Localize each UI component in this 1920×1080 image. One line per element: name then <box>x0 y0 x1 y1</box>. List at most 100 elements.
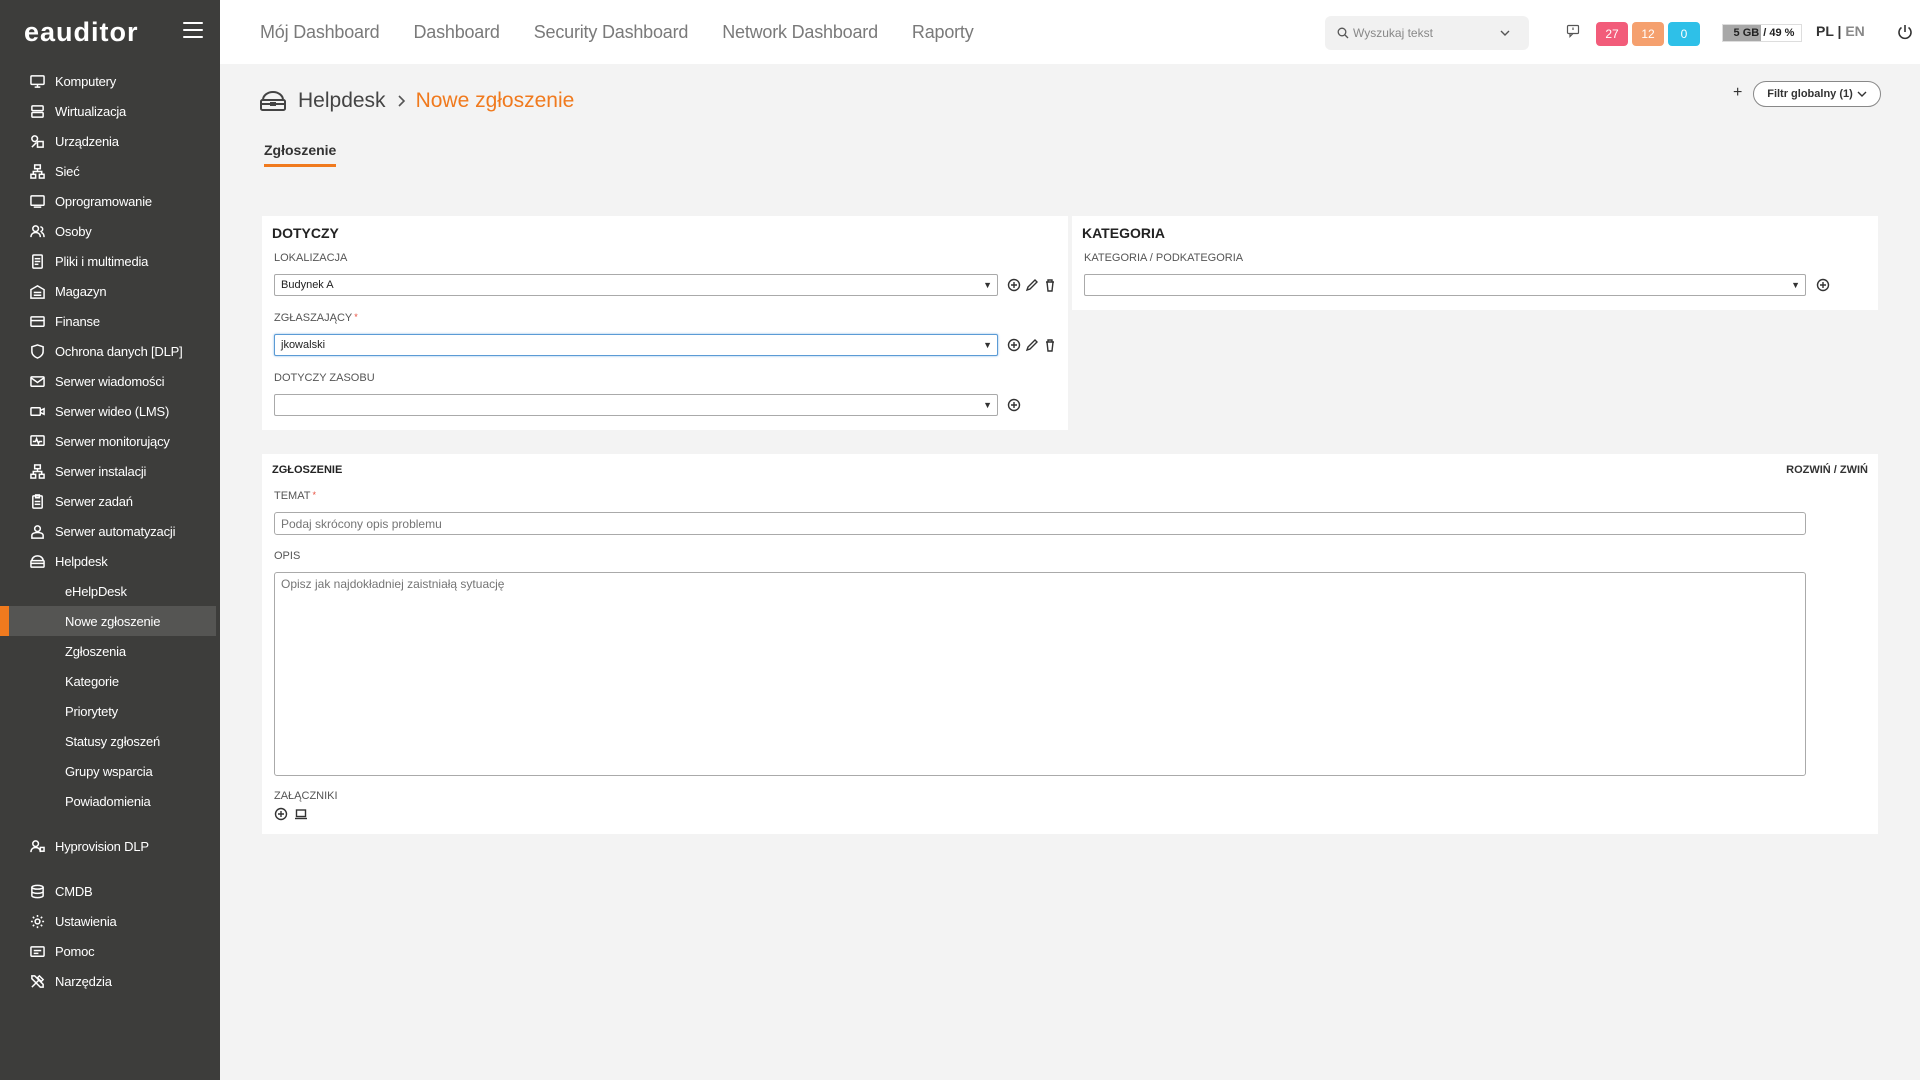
sidebar-item-urzadzenia[interactable]: Urządzenia <box>0 126 220 156</box>
sidebar-item-cmdb[interactable]: CMDB <box>0 876 220 906</box>
sidebar-subitem-statusy[interactable]: Statusy zgłoszeń <box>0 726 220 756</box>
storage-percent: / 49 % <box>1763 27 1795 39</box>
monitoring-icon <box>29 433 45 449</box>
software-icon <box>29 193 45 209</box>
zasob-label: DOTYCZY ZASOBU <box>274 372 375 384</box>
laptop-icon[interactable] <box>294 807 308 821</box>
zalaczniki-label: ZAŁĄCZNIKI <box>274 790 338 802</box>
sidebar-item-label: Pomoc <box>55 943 95 959</box>
sidebar-item-ochrona-danych[interactable]: Ochrona danych [DLP] <box>0 336 220 366</box>
global-filter-label: Filtr globalny (1) <box>1767 88 1853 100</box>
tools-icon <box>29 973 45 989</box>
helpdesk-icon <box>29 553 45 569</box>
global-filter-button[interactable]: Filtr globalny (1) <box>1753 81 1881 107</box>
add-icon[interactable] <box>1007 278 1021 292</box>
zasob-select[interactable]: ▼ <box>274 394 998 416</box>
power-icon[interactable] <box>1896 23 1914 41</box>
add-icon[interactable] <box>1007 338 1021 352</box>
sidebar-item-siec[interactable]: Sieć <box>0 156 220 186</box>
sidebar-subitem-ehelpdesk[interactable]: eHelpDesk <box>0 576 220 606</box>
edit-icon[interactable] <box>1025 338 1039 352</box>
opis-textarea[interactable] <box>274 572 1806 776</box>
hyprovision-icon <box>29 838 45 854</box>
lokalizacja-select[interactable]: Budynek A ▼ <box>274 274 998 296</box>
sidebar-item-label: Komputery <box>55 73 117 89</box>
kategoria-card: KATEGORIA KATEGORIA / PODKATEGORIA ▼ <box>1072 216 1878 310</box>
sidebar-subitem-nowe-zgloszenie[interactable]: Nowe zgłoszenie <box>0 606 216 636</box>
sidebar-item-label: Helpdesk <box>55 553 108 569</box>
hamburger-menu-icon[interactable] <box>183 22 203 38</box>
sidebar-item-label: Urządzenia <box>55 133 119 149</box>
main-content: Helpdesk Nowe zgłoszenie + Filtr globaln… <box>220 64 1920 1080</box>
temat-label-text: TEMAT <box>274 490 311 502</box>
sidebar-item-serwer-zadan[interactable]: Serwer zadań <box>0 486 220 516</box>
sidebar-item-ustawienia[interactable]: Ustawienia <box>0 906 220 936</box>
search-input[interactable]: Wyszukaj tekst <box>1325 16 1529 50</box>
gear-icon <box>29 913 45 929</box>
alert-badge-orange[interactable]: 12 <box>1632 22 1664 46</box>
sidebar-item-serwer-wideo[interactable]: Serwer wideo (LMS) <box>0 396 220 426</box>
top-bar: Mój Dashboard Dashboard Security Dashboa… <box>220 0 1920 64</box>
add-icon[interactable] <box>1816 278 1830 292</box>
sidebar-item-hyprovision[interactable]: Hyprovision DLP <box>0 831 220 861</box>
sidebar-item-serwer-monitorujacy[interactable]: Serwer monitorujący <box>0 426 220 456</box>
sidebar-item-serwer-automatyzacji[interactable]: Serwer automatyzacji <box>0 516 220 546</box>
zglaszajacy-select[interactable]: jkowalski ▼ <box>274 334 998 356</box>
storage-indicator: 5 GB / 49 % <box>1722 24 1802 42</box>
chevron-down-icon[interactable] <box>1499 27 1511 39</box>
lang-pl[interactable]: PL <box>1816 23 1834 39</box>
sidebar-subitem-grupy-wsparcia[interactable]: Grupy wsparcia <box>0 756 220 786</box>
sidebar-item-serwer-instalacji[interactable]: Serwer instalacji <box>0 456 220 486</box>
tab-dashboard[interactable]: Dashboard <box>413 22 499 43</box>
search-icon <box>1337 27 1349 39</box>
sidebar-item-oprogramowanie[interactable]: Oprogramowanie <box>0 186 220 216</box>
zglaszajacy-value: jkowalski <box>281 339 326 351</box>
sidebar-subitem-zgloszenia[interactable]: Zgłoszenia <box>0 636 220 666</box>
tab-security-dashboard[interactable]: Security Dashboard <box>534 22 689 43</box>
add-filter-icon[interactable]: + <box>1733 84 1742 102</box>
sidebar-subitem-kategorie[interactable]: Kategorie <box>0 666 220 696</box>
monitor-icon <box>29 73 45 89</box>
lang-en[interactable]: EN <box>1845 23 1864 39</box>
alert-badge-red[interactable]: 27 <box>1596 22 1628 46</box>
sidebar-item-komputery[interactable]: Komputery <box>0 66 220 96</box>
sidebar-item-pliki[interactable]: Pliki i multimedia <box>0 246 220 276</box>
required-mark: * <box>354 312 358 322</box>
help-icon <box>29 943 45 959</box>
tasks-icon <box>29 493 45 509</box>
tab-moj-dashboard[interactable]: Mój Dashboard <box>260 22 380 43</box>
sidebar-subitem-powiadomienia[interactable]: Powiadomienia <box>0 786 220 816</box>
sidebar-item-finanse[interactable]: Finanse <box>0 306 220 336</box>
temat-input[interactable] <box>274 512 1806 535</box>
lang-separator: | <box>1837 23 1842 39</box>
sidebar-item-wirtualizacja[interactable]: Wirtualizacja <box>0 96 220 126</box>
add-attachment-icon[interactable] <box>274 807 288 821</box>
expand-collapse-button[interactable]: ROZWIŃ / ZWIŃ <box>1786 464 1868 476</box>
sidebar-item-osoby[interactable]: Osoby <box>0 216 220 246</box>
tab-zgloszenie[interactable]: Zgłoszenie <box>264 142 337 167</box>
tab-raporty[interactable]: Raporty <box>912 22 974 43</box>
sidebar-item-serwer-wiadomosci[interactable]: Serwer wiadomości <box>0 366 220 396</box>
kategoria-select[interactable]: ▼ <box>1084 274 1806 296</box>
breadcrumb-root[interactable]: Helpdesk <box>298 89 386 113</box>
sidebar-item-label: Narzędzia <box>55 973 112 989</box>
sidebar: eauditor Komputery Wirtualizacja Urządze… <box>0 0 220 1080</box>
sidebar-subitem-priorytety[interactable]: Priorytety <box>0 696 220 726</box>
sidebar-item-label: Finanse <box>55 313 100 329</box>
video-icon <box>29 403 45 419</box>
add-icon[interactable] <box>1007 398 1021 412</box>
trash-icon[interactable] <box>1043 278 1057 292</box>
sidebar-item-helpdesk[interactable]: Helpdesk <box>0 546 220 576</box>
logo-text: eauditor <box>24 16 139 47</box>
sidebar-item-magazyn[interactable]: Magazyn <box>0 276 220 306</box>
sidebar-item-label: CMDB <box>55 883 93 899</box>
message-icon[interactable] <box>1566 24 1580 38</box>
alert-badge-blue[interactable]: 0 <box>1668 22 1700 46</box>
tab-network-dashboard[interactable]: Network Dashboard <box>722 22 878 43</box>
sidebar-item-narzedzia[interactable]: Narzędzia <box>0 966 220 996</box>
edit-icon[interactable] <box>1025 278 1039 292</box>
trash-icon[interactable] <box>1043 338 1057 352</box>
database-icon <box>29 883 45 899</box>
sidebar-item-label: Serwer zadań <box>55 493 133 509</box>
sidebar-item-pomoc[interactable]: Pomoc <box>0 936 220 966</box>
